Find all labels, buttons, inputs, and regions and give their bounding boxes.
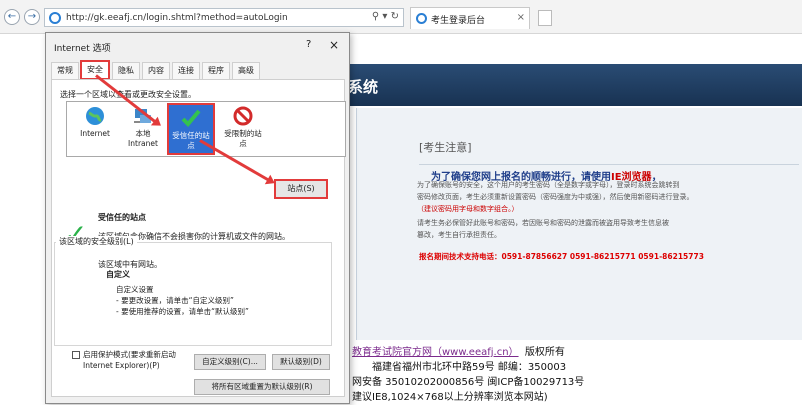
tab-general[interactable]: 常规 [51,62,79,79]
notice-text: 请考生务必保管好此账号和密码，若因账号和密码的泄露而被盗用导致考生信息被 [417,219,669,227]
tab-connections[interactable]: 连接 [172,62,200,79]
browser-toolbar: ← → http://gk.eeafj.cn/login.shtml?metho… [0,0,802,34]
tab-programs[interactable]: 程序 [202,62,230,79]
zone-label: Internet [80,129,110,138]
zone-restricted-sites[interactable]: 受限制的站 点 [219,105,267,149]
tab-content[interactable]: 内容 [142,62,170,79]
dialog-title: Internet 选项 [54,44,111,54]
help-button[interactable]: ? [306,39,311,50]
notice-text: 为了确保账号的安全，这个用户的考生密码（全是数字或字母），登录时系统会跳转到 [417,181,680,189]
check-icon [180,107,202,129]
divider [419,164,799,165]
zone-label: 本地 Intranet [128,129,158,148]
address-bar[interactable]: http://gk.eeafj.cn/login.shtml?method=au… [44,8,404,27]
tab-close-button[interactable]: × [517,12,525,23]
tab-advanced[interactable]: 高级 [232,62,260,79]
footer-address: 福建省福州市北环中路59号 邮编：350003 [372,362,567,373]
tab-privacy[interactable]: 隐私 [112,62,140,79]
address-url[interactable]: http://gk.eeafj.cn/login.shtml?method=au… [66,13,288,23]
zone-name: 受信任的站点 [98,213,146,222]
support-phone: 报名期间技术支持电话：0591-87856627 0591-86215771 0… [419,252,704,261]
restricted-icon [232,105,254,127]
custom-level-title: 自定义 [106,270,130,279]
footer-icp: 网安备 35010202000856号 闽ICP备10029713号 [352,377,585,388]
footer-tip: 建议IE8,1024×768以上分辨率浏览本网站) [352,392,548,403]
site-title: 系统 [348,78,379,96]
browser-tab[interactable]: 考生登录后台 × [410,7,530,29]
reset-all-zones-button[interactable]: 将所有区域重置为默认级别(R) [194,379,330,395]
protected-mode-checkbox[interactable] [72,351,80,359]
sites-button[interactable]: 站点(S) [274,179,328,199]
ie-icon [49,12,61,24]
close-button[interactable]: × [329,38,339,52]
tab-title: 考生登录后台 [431,16,486,26]
zone-internet[interactable]: Internet [71,105,119,139]
footer-link[interactable]: 教育考试院官方网（www.eeafj.cn） [352,347,519,358]
protected-mode-label: 启用保护模式(要求重新启动 Internet Explorer)(P) [83,350,176,370]
notice-text: 篡改，考生自行承担责任。 [417,231,501,239]
new-tab-button[interactable] [538,10,552,26]
zone-label: 受信任的站 点 [172,131,210,150]
zone-label: 受限制的站 点 [224,129,262,148]
internet-options-dialog: Internet 选项 ? × 常规 安全 隐私 内容 连接 程序 高级 选择一… [45,32,350,404]
globe-icon [84,105,106,127]
back-button[interactable]: ← [4,9,20,25]
zone-list: Internet 本地 Intranet 受信任的站 点 受限制的站 点 [66,101,346,157]
site-footer: 教育考试院官方网（www.eeafj.cn） 版权所有 福建省福州市北环中路59… [352,345,772,405]
security-level-title: 该区域的安全级别(L) [56,236,137,247]
custom-level-description: 自定义设置 - 要更改设置，请单击“自定义级别” - 要使用推荐的设置，请单击“… [116,285,249,316]
site-header: 系统 [320,64,802,106]
default-level-button[interactable]: 默认级别(D) [272,354,330,370]
ie-icon [416,13,427,24]
footer-rights: 版权所有 [524,347,565,358]
notice-panel: [考生注意] 为了确保您网上报名的顺畅进行，请使用IE浏览器， 为了确保账号的安… [356,108,802,340]
address-tools[interactable]: ⚲ ▾ ↻ [372,11,399,22]
notice-title: [考生注意] [419,141,472,154]
notice-text: 密码修改页面，考生必须重新设置密码（密码强度为中或强），然后使用新密码进行登录。 [417,193,694,201]
notice-text: （建议密码用字母和数字组合。） [417,205,519,213]
forward-button[interactable]: → [24,9,40,25]
custom-level-button[interactable]: 自定义级别(C)... [194,354,266,370]
